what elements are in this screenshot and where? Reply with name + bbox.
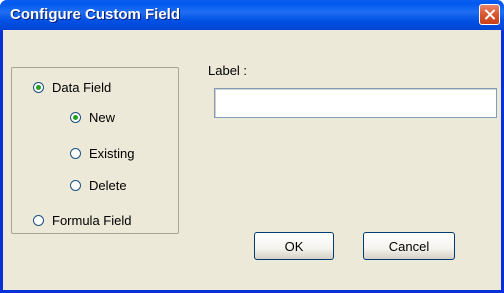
radio-delete[interactable]: Delete bbox=[70, 178, 127, 193]
radio-formula-field-label: Formula Field bbox=[52, 213, 132, 228]
dialog-window: Configure Custom Field Data Field New Ex… bbox=[0, 0, 504, 293]
radio-formula-field[interactable]: Formula Field bbox=[33, 213, 131, 228]
radio-button-icon[interactable] bbox=[70, 148, 81, 159]
ok-button[interactable]: OK bbox=[254, 232, 334, 260]
radio-button-icon[interactable] bbox=[33, 215, 44, 226]
radio-data-field-label: Data Field bbox=[52, 80, 112, 95]
label-caption: Label : bbox=[208, 63, 248, 78]
title-bar[interactable]: Configure Custom Field bbox=[0, 0, 504, 30]
radio-delete-label: Delete bbox=[89, 178, 127, 193]
radio-existing[interactable]: Existing bbox=[70, 146, 135, 161]
cancel-button[interactable]: Cancel bbox=[363, 232, 455, 260]
radio-button-icon[interactable] bbox=[70, 112, 81, 123]
window-title: Configure Custom Field bbox=[10, 6, 180, 23]
radio-existing-label: Existing bbox=[89, 146, 135, 161]
label-input[interactable] bbox=[214, 88, 497, 118]
radio-new[interactable]: New bbox=[70, 110, 115, 125]
radio-new-label: New bbox=[89, 110, 116, 125]
radio-button-icon[interactable] bbox=[33, 82, 44, 93]
close-icon[interactable] bbox=[479, 4, 500, 25]
dialog-body: Data Field New Existing Delete Formula F… bbox=[3, 30, 501, 290]
radio-data-field[interactable]: Data Field bbox=[33, 80, 111, 95]
radio-button-icon[interactable] bbox=[70, 180, 81, 191]
